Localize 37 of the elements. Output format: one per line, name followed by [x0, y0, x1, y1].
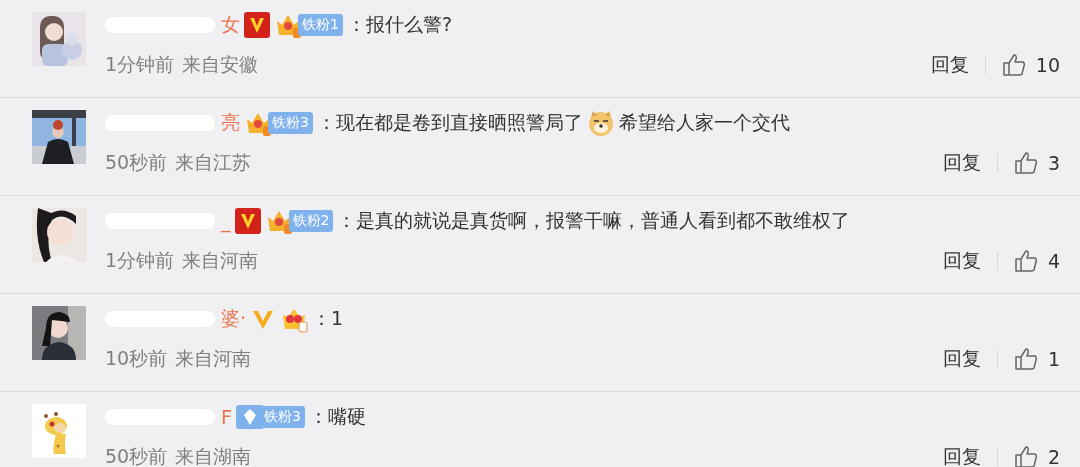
thumbs-up-icon[interactable] — [1013, 347, 1038, 371]
thumbs-up-icon[interactable] — [1001, 53, 1026, 77]
verified-icon — [234, 208, 261, 234]
comment-text: ：1 — [312, 306, 344, 331]
like-count: 4 — [1047, 250, 1060, 272]
comment-text: ：嘴硬 — [308, 404, 366, 429]
comment-location: 来自江苏 — [175, 150, 252, 175]
reply-button[interactable]: 回复 — [942, 248, 981, 274]
thumbs-up-icon[interactable] — [1013, 249, 1038, 273]
reply-button[interactable]: 回复 — [942, 150, 981, 176]
thumbs-up-icon[interactable] — [1013, 445, 1038, 467]
reply-button[interactable]: 回复 — [942, 444, 981, 467]
reply-button[interactable]: 回复 — [942, 346, 981, 372]
comment-time: 10秒前 — [105, 346, 168, 371]
dog-face-icon — [586, 109, 615, 137]
comment-location: 来自河南 — [175, 346, 252, 371]
reply-button[interactable]: 回复 — [930, 52, 969, 78]
comment-location: 来自安徽 — [182, 52, 259, 77]
comment-time: 1分钟前 — [105, 52, 175, 77]
comment-time: 50秒前 — [105, 150, 168, 175]
like-count: 3 — [1047, 152, 1060, 174]
comment-time: 50秒前 — [105, 444, 168, 467]
comment-time: 1分钟前 — [105, 248, 175, 273]
comment-location: 来自湖南 — [175, 444, 252, 467]
like-count: 10 — [1035, 54, 1060, 76]
thumbs-up-icon[interactable] — [1013, 151, 1038, 175]
fan-badge: 铁粉1 — [298, 14, 343, 36]
like-count: 2 — [1047, 446, 1060, 467]
comment-location: 来自河南 — [182, 248, 259, 273]
comment-text: ：是真的就说是真货啊，报警干嘛，普通人看到都不敢维权了 — [337, 208, 851, 233]
fan-badge: 铁粉2 — [288, 210, 334, 232]
comment-text: ：报什么警? — [346, 12, 452, 37]
comment-text: 希望给人家一个交代 — [618, 110, 790, 135]
like-count: 1 — [1047, 348, 1060, 370]
verified-icon — [244, 12, 270, 38]
fan-badge: 铁粉3 — [268, 112, 313, 134]
comment-text: ：现在都是卷到直接晒照警局了 — [316, 110, 583, 135]
